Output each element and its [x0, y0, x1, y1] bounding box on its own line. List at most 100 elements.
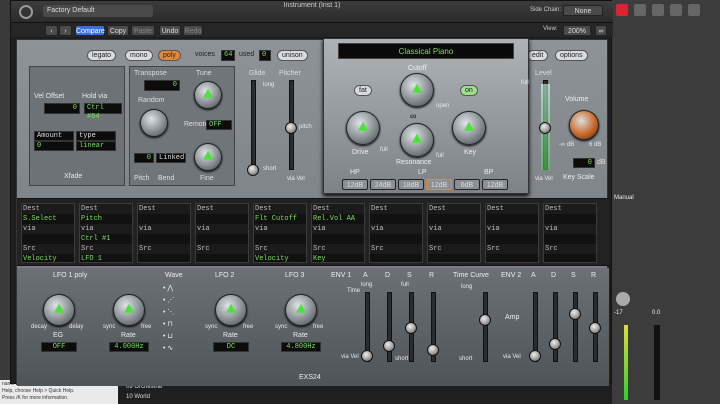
mod-slot[interactable]: Dest via Src — [195, 203, 249, 263]
fat-button[interactable]: fat — [354, 85, 372, 96]
mod-slot[interactable]: Dest via Src — [427, 203, 481, 263]
record-button[interactable] — [616, 4, 628, 16]
saw-down-wave-icon[interactable]: • ⋱ — [163, 308, 174, 316]
lfo2-rate-knob[interactable] — [215, 294, 247, 326]
dest-value[interactable] — [544, 214, 596, 224]
mod-slot[interactable]: Dest via Src — [137, 203, 191, 263]
instrument-display[interactable]: Classical Piano — [338, 43, 514, 59]
mod-slot[interactable]: Dest via Src — [543, 203, 597, 263]
dest-value[interactable]: Pitch — [80, 214, 132, 224]
env2-sustain-slider[interactable] — [573, 292, 578, 362]
legato-button[interactable]: legato — [87, 50, 117, 61]
square-wave-icon[interactable]: • ⊓ — [163, 320, 173, 328]
dest-value[interactable]: Rel.Vol AA — [312, 214, 364, 224]
slope-button[interactable]: 6dB — [454, 179, 480, 190]
remote-value[interactable]: OFF — [206, 120, 232, 130]
env2-attack-handle[interactable] — [529, 350, 541, 362]
triangle-wave-icon[interactable]: • ⋀ — [163, 284, 173, 292]
via-value[interactable] — [22, 234, 74, 244]
dest-value[interactable] — [486, 214, 538, 224]
pitcher-slider-handle[interactable] — [285, 122, 297, 134]
dest-value[interactable]: S.Select — [22, 214, 74, 224]
via-value[interactable] — [544, 234, 596, 244]
slope-button[interactable]: 12dB — [342, 179, 368, 190]
src-value[interactable]: Key — [312, 254, 364, 264]
hold-via-value[interactable]: Ctrl #64 — [84, 103, 122, 121]
via-value[interactable] — [138, 234, 190, 244]
key-knob[interactable] — [452, 111, 486, 145]
poly-button[interactable]: poly — [158, 50, 181, 61]
stop-icon[interactable] — [652, 4, 664, 16]
square-low-wave-icon[interactable]: • ⊔ — [163, 332, 173, 340]
src-value[interactable]: LFO 1 — [80, 254, 132, 264]
src-value[interactable] — [486, 254, 538, 264]
link-icon[interactable]: ∞ — [410, 111, 416, 121]
glide-slider[interactable] — [251, 80, 256, 170]
env1-decay-handle[interactable] — [383, 340, 395, 352]
src-value[interactable] — [544, 254, 596, 264]
unison-button[interactable]: unison — [277, 50, 308, 61]
options-button[interactable]: options — [555, 50, 588, 61]
via-value[interactable]: Ctrl #1 — [80, 234, 132, 244]
transpose-value[interactable]: 0 — [144, 80, 180, 91]
lfo1-eg-knob[interactable] — [43, 294, 75, 326]
slope-button[interactable]: 24dB — [370, 179, 396, 190]
level-slider-handle[interactable] — [539, 122, 551, 134]
mod-slot[interactable]: Dest via Src — [369, 203, 423, 263]
prev-preset-button[interactable]: ‹ — [45, 25, 58, 36]
random-wave-icon[interactable]: • ∿ — [163, 344, 173, 352]
pan-knob[interactable] — [616, 292, 630, 306]
eg-value[interactable]: OFF — [41, 342, 77, 352]
dest-value[interactable] — [428, 214, 480, 224]
side-chain-select[interactable]: None — [563, 5, 603, 16]
compare-button[interactable]: Compare — [75, 25, 105, 36]
src-value[interactable]: Velocity — [254, 254, 306, 264]
undo-button[interactable]: Undo — [159, 25, 181, 36]
edit-button[interactable]: edit — [527, 50, 549, 61]
dest-value[interactable] — [370, 214, 422, 224]
bend-value[interactable]: 0 — [134, 153, 154, 163]
volume-fader[interactable] — [654, 325, 660, 400]
voices-value[interactable]: 64 — [221, 50, 235, 61]
volume-value[interactable]: 0 — [573, 158, 595, 168]
fine-knob[interactable] — [194, 143, 222, 171]
dest-value[interactable]: Flt Cutoff — [254, 214, 306, 224]
via-value[interactable] — [254, 234, 306, 244]
cycle-icon[interactable] — [670, 4, 682, 16]
filter-on-button[interactable]: on — [460, 85, 478, 96]
amount-value[interactable]: 0 — [34, 141, 74, 151]
via-value[interactable] — [428, 234, 480, 244]
tune-knob[interactable] — [194, 81, 222, 109]
redo-button[interactable]: Redo — [183, 25, 203, 36]
next-preset-button[interactable]: › — [59, 25, 72, 36]
lfo2-rate-value[interactable]: DC — [213, 342, 249, 352]
metronome-icon[interactable] — [688, 4, 700, 16]
mod-slot[interactable]: Dest Flt Cutoff via Src Velocity — [253, 203, 307, 263]
slope-button[interactable]: 12dB — [426, 179, 452, 190]
mod-slot[interactable]: Dest S.Select via Src Velocity — [21, 203, 75, 263]
volume-knob[interactable] — [569, 110, 599, 140]
src-value[interactable]: Velocity — [22, 254, 74, 264]
via-value[interactable] — [312, 234, 364, 244]
env2-sustain-handle[interactable] — [569, 308, 581, 320]
env2-release-handle[interactable] — [589, 322, 601, 334]
mod-slot[interactable]: Dest via Src — [485, 203, 539, 263]
dest-value[interactable] — [138, 214, 190, 224]
play-icon[interactable] — [634, 4, 646, 16]
saw-wave-icon[interactable]: • ⋰ — [163, 296, 174, 304]
dest-value[interactable] — [196, 214, 248, 224]
mod-slot[interactable]: Dest Pitch via Ctrl #1 Src LFO 1 — [79, 203, 133, 263]
random-knob[interactable] — [140, 109, 168, 137]
env2-decay-handle[interactable] — [549, 338, 561, 350]
slope-button[interactable]: 18dB — [398, 179, 424, 190]
env2-decay-slider[interactable] — [553, 292, 558, 362]
lfo3-rate-knob[interactable] — [285, 294, 317, 326]
view-select[interactable]: 200% — [563, 25, 591, 36]
src-value[interactable] — [370, 254, 422, 264]
time-curve-handle[interactable] — [479, 314, 491, 326]
via-value[interactable] — [486, 234, 538, 244]
library-item[interactable]: 10 World — [126, 392, 604, 402]
paste-button[interactable]: Paste — [131, 25, 155, 36]
mono-button[interactable]: mono — [125, 50, 153, 61]
resonance-knob[interactable] — [400, 123, 434, 157]
